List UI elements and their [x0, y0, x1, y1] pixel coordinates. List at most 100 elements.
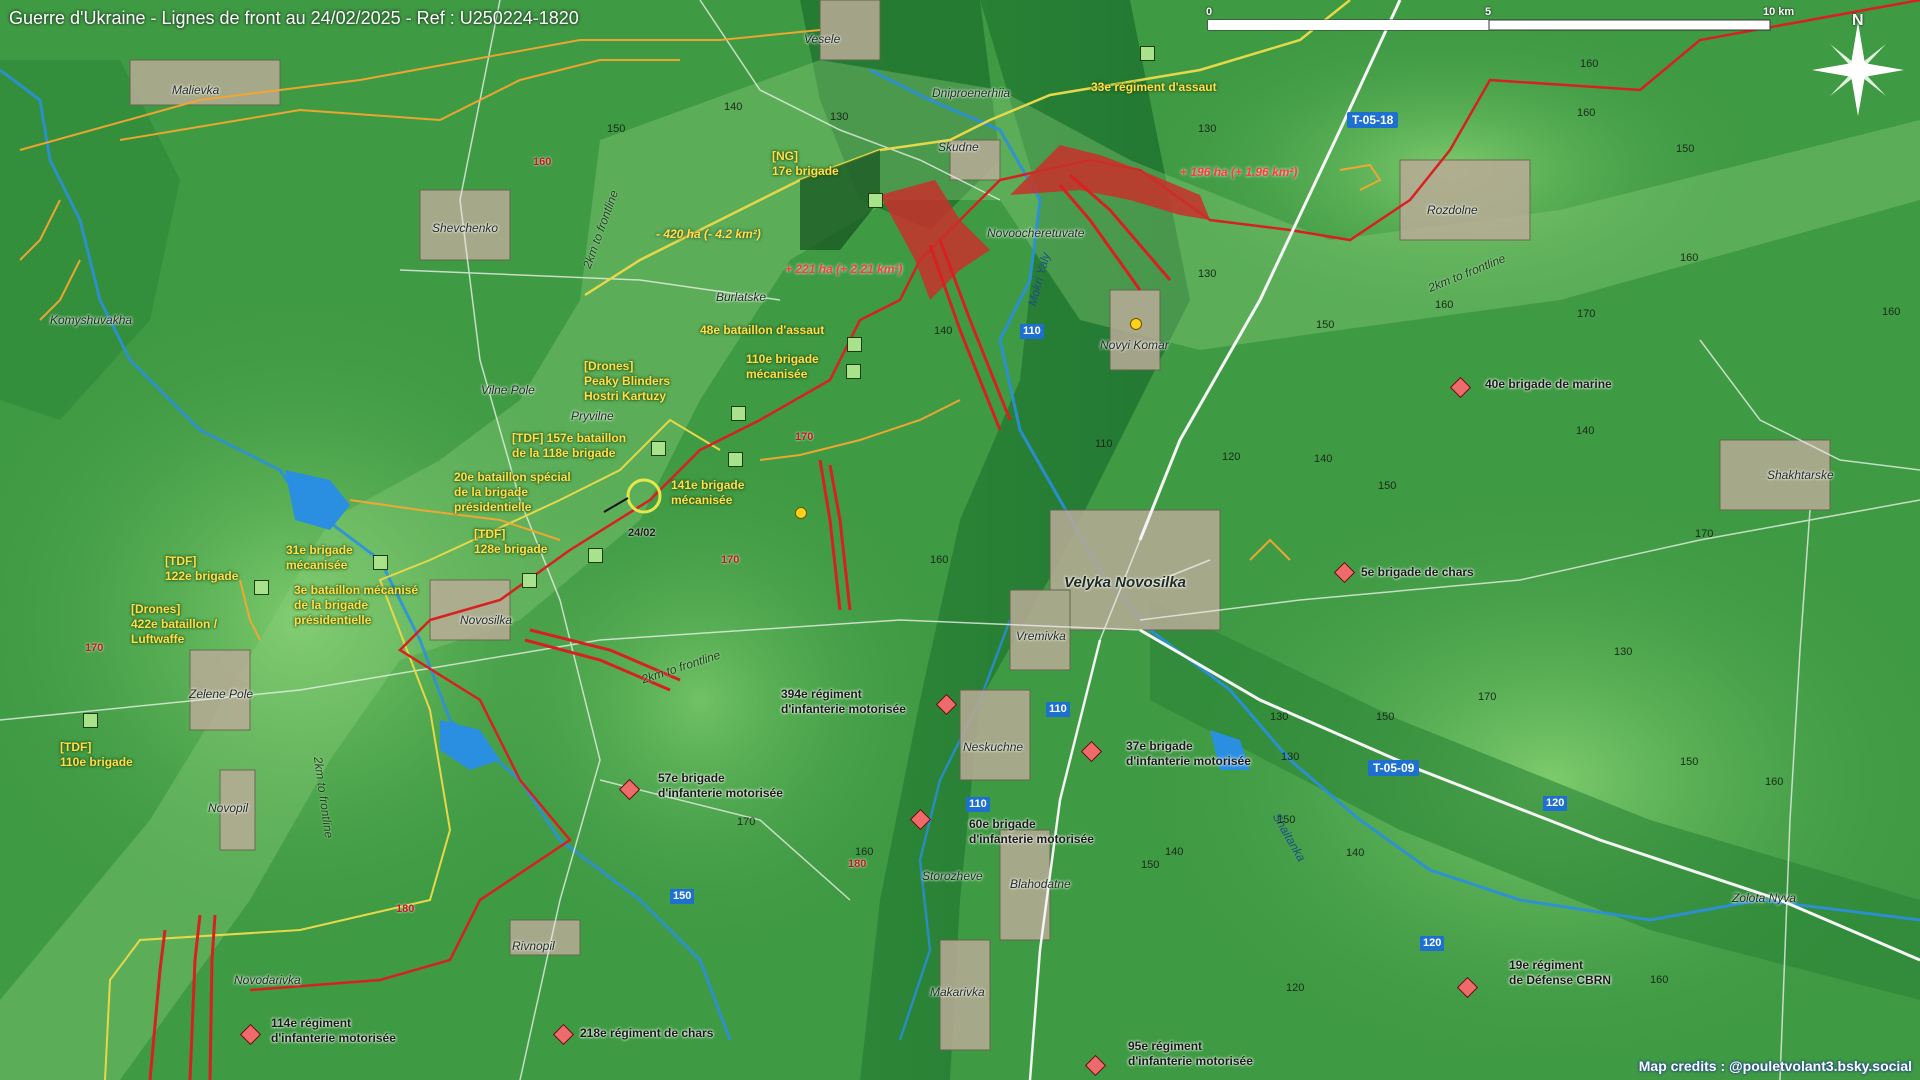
poi-marker[interactable] — [795, 507, 807, 519]
place-shakhtarske: Shakhtarske — [1767, 468, 1834, 482]
map-canvas[interactable]: Guerre d'Ukraine - Lignes de front au 24… — [0, 0, 1920, 1080]
elevation-label: 130 — [1270, 711, 1289, 723]
elevation-label: 130 — [1281, 751, 1300, 763]
ru-gain-label: + 196 ha (+ 1.96 km²) — [1180, 165, 1298, 179]
elevation-label: 150 — [1316, 319, 1335, 331]
ru-unit-label: 19e régiment de Défense CBRN — [1509, 958, 1612, 987]
elevation-label: 140 — [1576, 425, 1595, 437]
elevation-label: 160 — [1577, 107, 1596, 119]
road-number: 150 — [670, 889, 695, 904]
scale-bar-segment — [1208, 20, 1489, 30]
ua-unit-label: [TDF] 157e bataillon de la 118e brigade — [512, 431, 627, 460]
elevation-label: 160 — [1680, 252, 1699, 264]
elevation-label: 120 — [1286, 982, 1305, 994]
ua-unit-symbol[interactable] — [847, 337, 862, 352]
elevation-label: 160 — [1580, 58, 1599, 70]
elevation-label: 140 — [724, 101, 743, 113]
place-shevchenko: Shevchenko — [432, 221, 499, 235]
place-novosilka: Novosilka — [460, 613, 513, 627]
road-number: 110 — [1046, 702, 1070, 717]
road-number: 120 — [1543, 796, 1568, 811]
ua-unit-label: [Drones] Peaky Blinders Hostri Kartuzy — [584, 359, 671, 403]
elevation-label: 130 — [1198, 123, 1217, 135]
ua-unit-symbol[interactable] — [83, 713, 98, 728]
elevation-label: 150 — [1376, 711, 1395, 723]
elevation-label: 170 — [737, 816, 756, 828]
elevation-label: 170 — [1478, 691, 1497, 703]
elevation-label: 150 — [607, 123, 626, 135]
ua-loss-label: - 420 ha (- 4.2 km²) — [656, 227, 761, 241]
place-rivnopil: Rivnopil — [512, 939, 555, 953]
place-pryvilne: Pryvilne — [571, 409, 614, 423]
place-velyka-novosilka: Velyka Novosilka — [1064, 574, 1187, 591]
place-novoocheretuvate: Novoocheretuvate — [987, 226, 1085, 240]
elevation-label: 110 — [1095, 438, 1113, 450]
place-burlatske: Burlatske — [716, 290, 767, 304]
ru-unit-label: 394e régiment d'infanterie motorisée — [781, 687, 906, 716]
ua-unit-label: [NG] 17e brigade — [772, 149, 839, 178]
elevation-label: 170 — [1577, 308, 1596, 320]
town-area — [1399, 159, 1531, 241]
ua-unit-label: [TDF] 122e brigade — [165, 554, 239, 583]
scale-label-0: 0 — [1206, 6, 1213, 18]
scale-label-10km: 10 km — [1763, 6, 1795, 18]
ua-unit-symbol[interactable] — [522, 573, 537, 588]
ua-unit-symbol[interactable] — [588, 548, 603, 563]
elevation-label: 130 — [1614, 646, 1633, 658]
place-vesele: Vesele — [804, 32, 841, 46]
place-storozheve: Storozheve — [922, 869, 983, 883]
ru-unit-label: 5e brigade de chars — [1361, 565, 1474, 579]
town-area — [429, 579, 511, 641]
elevation-label: 150 — [1141, 859, 1160, 871]
place-makarivka: Makarivka — [930, 985, 985, 999]
ru-unit-label: 218e régiment de chars — [580, 1026, 714, 1040]
town-area — [819, 0, 881, 61]
map-credits: Map credits : @pouletvolant3.bsky.social — [1638, 1058, 1912, 1074]
ru-unit-label: 95e régiment d'infanterie motorisée — [1128, 1039, 1253, 1068]
elevation-label: 150 — [1378, 480, 1397, 492]
north-label: N — [1852, 12, 1864, 29]
elevation-label: 160 — [1650, 974, 1669, 986]
elevation-label: 130 — [1198, 268, 1217, 280]
elevation-label: 160 — [1882, 306, 1901, 318]
map-layers — [0, 0, 1920, 1080]
elevation-label-red: 180 — [848, 858, 867, 870]
ua-unit-symbol[interactable] — [373, 555, 388, 570]
road-sign-t0509: T-05-09 — [1368, 760, 1420, 776]
ua-unit-label: [TDF] 128e brigade — [474, 527, 548, 556]
place-novodarivka: Novodarivka — [234, 973, 301, 987]
town-area — [1109, 289, 1161, 371]
place-novyi-komar: Novyi Komar — [1100, 338, 1169, 352]
ua-unit-symbol[interactable] — [868, 193, 883, 208]
elevation-label: 140 — [1165, 846, 1184, 858]
place-dniproenerhiia: Dniproenerhiia — [932, 86, 1011, 100]
map-title: Guerre d'Ukraine - Lignes de front au 24… — [9, 8, 579, 28]
ua-unit-symbol[interactable] — [1140, 46, 1155, 61]
elevation-label: 150 — [1676, 143, 1695, 155]
town-area — [959, 689, 1031, 781]
elevation-label-red: 170 — [721, 554, 740, 566]
elevation-label-red: 170 — [85, 642, 104, 654]
ua-unit-symbol[interactable] — [731, 406, 746, 421]
ua-unit-symbol[interactable] — [254, 580, 269, 595]
ua-unit-label: 141e brigade mécanisée — [671, 478, 745, 507]
ru-gain-label: + 221 ha (+ 2.21 km²) — [785, 262, 903, 276]
elevation-label-red: 180 — [396, 903, 415, 915]
place-novopil: Novopil — [208, 801, 249, 815]
place-rozdolne: Rozdolne — [1427, 203, 1478, 217]
place-neskuchne: Neskuchne — [963, 740, 1024, 754]
elevation-label-red: 170 — [795, 431, 814, 443]
ua-unit-label: [Drones] 422e bataillon / Luftwaffe — [131, 602, 218, 646]
elevation-label: 140 — [1346, 847, 1365, 859]
ua-unit-symbol[interactable] — [651, 441, 666, 456]
elevation-label: 160 — [1765, 776, 1784, 788]
poi-marker[interactable] — [1130, 318, 1142, 330]
scale-label-5: 5 — [1485, 6, 1492, 18]
ua-unit-label: 110e brigade mécanisée — [746, 352, 819, 381]
ua-unit-symbol[interactable] — [846, 364, 861, 379]
ua-unit-symbol[interactable] — [728, 452, 743, 467]
ru-unit-label: 60e brigade d'infanterie motorisée — [969, 817, 1094, 846]
ua-unit-label: 48e bataillon d'assaut — [700, 323, 825, 337]
place-vremivka: Vremivka — [1016, 629, 1066, 643]
elevation-label: 170 — [1695, 528, 1714, 540]
